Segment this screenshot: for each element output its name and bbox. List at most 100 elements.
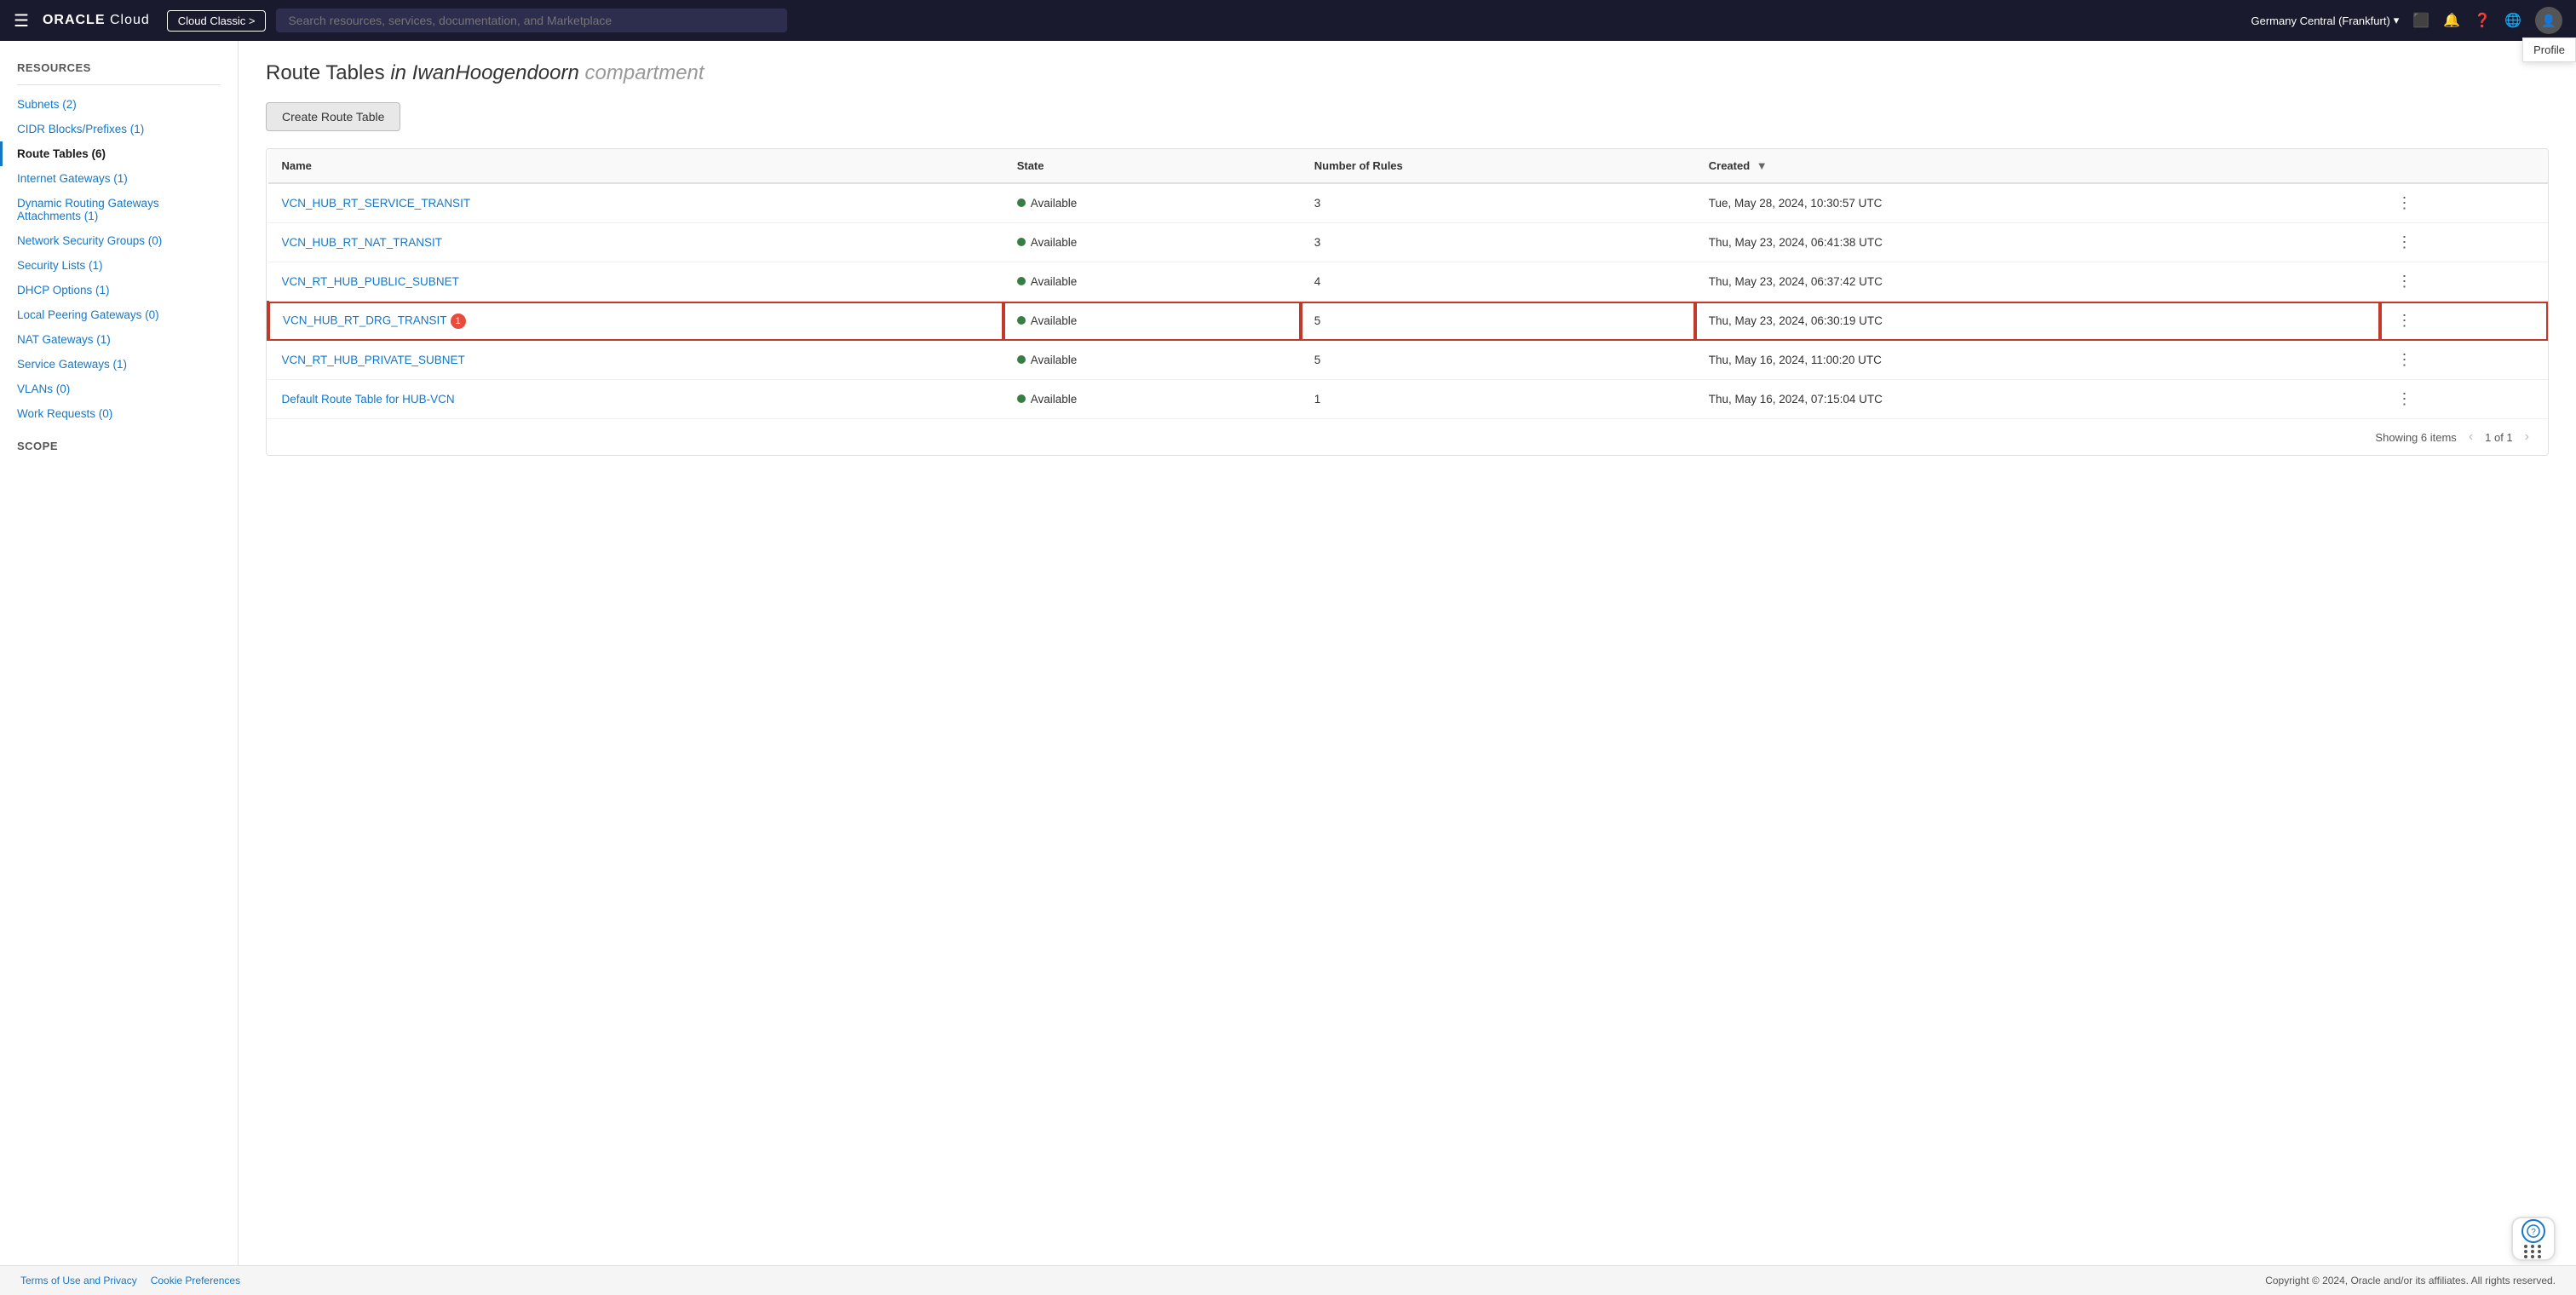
sidebar-item[interactable]: Work Requests (0)	[0, 401, 238, 426]
sidebar-item[interactable]: DHCP Options (1)	[0, 278, 238, 302]
table-cell-actions: ⋮	[2380, 380, 2548, 419]
sidebar-item[interactable]: Subnets (2)	[0, 92, 238, 117]
avatar[interactable]: 👤	[2535, 7, 2562, 34]
route-table-link[interactable]: VCN_HUB_RT_NAT_TRANSIT	[282, 236, 443, 249]
row-actions-button[interactable]: ⋮	[2394, 308, 2416, 332]
table-cell-name: Default Route Table for HUB-VCN	[268, 380, 1003, 419]
table-cell-created: Thu, May 23, 2024, 06:30:19 UTC	[1695, 302, 2380, 341]
table-cell-name: VCN_HUB_RT_NAT_TRANSIT	[268, 223, 1003, 262]
route-table-link[interactable]: Default Route Table for HUB-VCN	[282, 393, 455, 406]
notification-badge: 1	[451, 314, 466, 329]
grid-dots-icon	[2524, 1245, 2543, 1258]
help-ring-icon: ?	[2521, 1219, 2545, 1243]
state-text: Available	[1031, 314, 1078, 327]
terms-link[interactable]: Terms of Use and Privacy	[20, 1275, 137, 1286]
row-actions-button[interactable]: ⋮	[2394, 348, 2416, 371]
help-fab-button[interactable]: ?	[2511, 1217, 2556, 1261]
table-cell-state: Available	[1003, 341, 1301, 380]
sidebar-item[interactable]: CIDR Blocks/Prefixes (1)	[0, 117, 238, 141]
table-cell-state: Available	[1003, 183, 1301, 223]
table-cell-actions: ⋮	[2380, 223, 2548, 262]
sidebar-item[interactable]: Security Lists (1)	[0, 253, 238, 278]
chevron-down-icon: ▾	[2394, 14, 2400, 27]
row-actions-button[interactable]: ⋮	[2394, 191, 2416, 215]
status-dot-icon	[1017, 355, 1026, 364]
row-actions-button[interactable]: ⋮	[2394, 230, 2416, 254]
region-selector[interactable]: Germany Central (Frankfurt) ▾	[2251, 14, 2400, 27]
sidebar: Resources Subnets (2)CIDR Blocks/Prefixe…	[0, 41, 239, 1295]
table-cell-created: Thu, May 16, 2024, 11:00:20 UTC	[1695, 341, 2380, 380]
state-text: Available	[1031, 197, 1078, 210]
sidebar-item[interactable]: VLANs (0)	[0, 377, 238, 401]
state-text: Available	[1031, 236, 1078, 249]
sidebar-item[interactable]: Route Tables (6)	[0, 141, 238, 166]
table-row: VCN_HUB_RT_NAT_TRANSITAvailable3Thu, May…	[268, 223, 2549, 262]
table-cell-rules: 3	[1301, 223, 1695, 262]
table-cell-rules: 4	[1301, 262, 1695, 302]
scope-section-title: Scope	[0, 426, 238, 456]
route-table-link[interactable]: VCN_HUB_RT_SERVICE_TRANSIT	[282, 197, 471, 210]
sidebar-item-label: Security Lists (1)	[17, 259, 103, 272]
col-rules: Number of Rules	[1301, 149, 1695, 183]
prev-page-button[interactable]: ‹	[2464, 428, 2478, 446]
sidebar-item-label: Network Security Groups (0)	[17, 234, 162, 247]
route-table-link[interactable]: VCN_HUB_RT_DRG_TRANSIT	[283, 314, 447, 326]
table-cell-rules: 3	[1301, 183, 1695, 223]
row-actions-button[interactable]: ⋮	[2394, 387, 2416, 411]
resources-section-title: Resources	[0, 55, 238, 78]
table-cell-created: Thu, May 16, 2024, 07:15:04 UTC	[1695, 380, 2380, 419]
table-row: VCN_RT_HUB_PUBLIC_SUBNETAvailable4Thu, M…	[268, 262, 2549, 302]
sidebar-item[interactable]: Dynamic Routing Gateways Attachments (1)	[0, 191, 238, 228]
route-table-link[interactable]: VCN_RT_HUB_PUBLIC_SUBNET	[282, 275, 459, 288]
route-tables-table: Name State Number of Rules Created ▼ VCN…	[267, 149, 2548, 418]
table-row: Default Route Table for HUB-VCN Available…	[268, 380, 2549, 419]
route-tables-table-container: Name State Number of Rules Created ▼ VCN…	[266, 148, 2549, 456]
sidebar-item-label: Work Requests (0)	[17, 407, 112, 420]
table-cell-state: Available	[1003, 380, 1301, 419]
status-dot-icon	[1017, 277, 1026, 285]
col-state: State	[1003, 149, 1301, 183]
sidebar-item[interactable]: Internet Gateways (1)	[0, 166, 238, 191]
bell-icon[interactable]: 🔔	[2443, 12, 2460, 29]
table-header: Name State Number of Rules Created ▼	[268, 149, 2549, 183]
sidebar-item[interactable]: Network Security Groups (0)	[0, 228, 238, 253]
cookie-preferences-link[interactable]: Cookie Preferences	[151, 1275, 240, 1286]
hamburger-menu-icon[interactable]: ☰	[14, 10, 29, 32]
route-table-link[interactable]: VCN_RT_HUB_PRIVATE_SUBNET	[282, 354, 465, 366]
col-created[interactable]: Created ▼	[1695, 149, 2380, 183]
sidebar-item-label: VLANs (0)	[17, 383, 70, 395]
sort-arrow-icon: ▼	[1757, 159, 1768, 172]
sidebar-item-label: Internet Gateways (1)	[17, 172, 128, 185]
sidebar-item-label: DHCP Options (1)	[17, 284, 110, 296]
create-route-table-button[interactable]: Create Route Table	[266, 102, 400, 131]
status-dot-icon	[1017, 238, 1026, 246]
globe-icon[interactable]: 🌐	[2504, 12, 2521, 29]
sidebar-item[interactable]: Service Gateways (1)	[0, 352, 238, 377]
copyright-text: Copyright © 2024, Oracle and/or its affi…	[2265, 1275, 2556, 1286]
table-cell-rules: 1	[1301, 380, 1695, 419]
page-number: 1 of 1	[2485, 431, 2513, 444]
sidebar-item[interactable]: NAT Gateways (1)	[0, 327, 238, 352]
table-footer: Showing 6 items ‹ 1 of 1 ›	[267, 418, 2548, 455]
status-dot-icon	[1017, 394, 1026, 403]
row-actions-button[interactable]: ⋮	[2394, 269, 2416, 293]
sidebar-items: Subnets (2)CIDR Blocks/Prefixes (1)Route…	[0, 92, 238, 426]
sidebar-item[interactable]: Local Peering Gateways (0)	[0, 302, 238, 327]
cloud-classic-button[interactable]: Cloud Classic >	[167, 10, 267, 32]
table-cell-actions: ⋮	[2380, 262, 2548, 302]
table-cell-rules: 5	[1301, 302, 1695, 341]
search-input[interactable]	[276, 9, 787, 32]
terminal-icon[interactable]: ⬛	[2412, 12, 2429, 29]
main-layout: Resources Subnets (2)CIDR Blocks/Prefixe…	[0, 41, 2576, 1295]
showing-items-text: Showing 6 items	[2375, 431, 2456, 444]
table-cell-created: Tue, May 28, 2024, 10:30:57 UTC	[1695, 183, 2380, 223]
table-row: VCN_HUB_RT_DRG_TRANSIT 1 Available 5Thu, Ma…	[268, 302, 2549, 341]
table-body: VCN_HUB_RT_SERVICE_TRANSITAvailable3Tue,…	[268, 183, 2549, 418]
sidebar-divider	[17, 84, 221, 85]
footer-links: Terms of Use and Privacy Cookie Preferen…	[20, 1275, 240, 1286]
help-circle-icon[interactable]: ❓	[2474, 12, 2491, 29]
table-cell-state: Available	[1003, 262, 1301, 302]
next-page-button[interactable]: ›	[2520, 428, 2534, 446]
table-cell-actions: ⋮	[2380, 302, 2548, 341]
status-dot-icon	[1017, 199, 1026, 207]
